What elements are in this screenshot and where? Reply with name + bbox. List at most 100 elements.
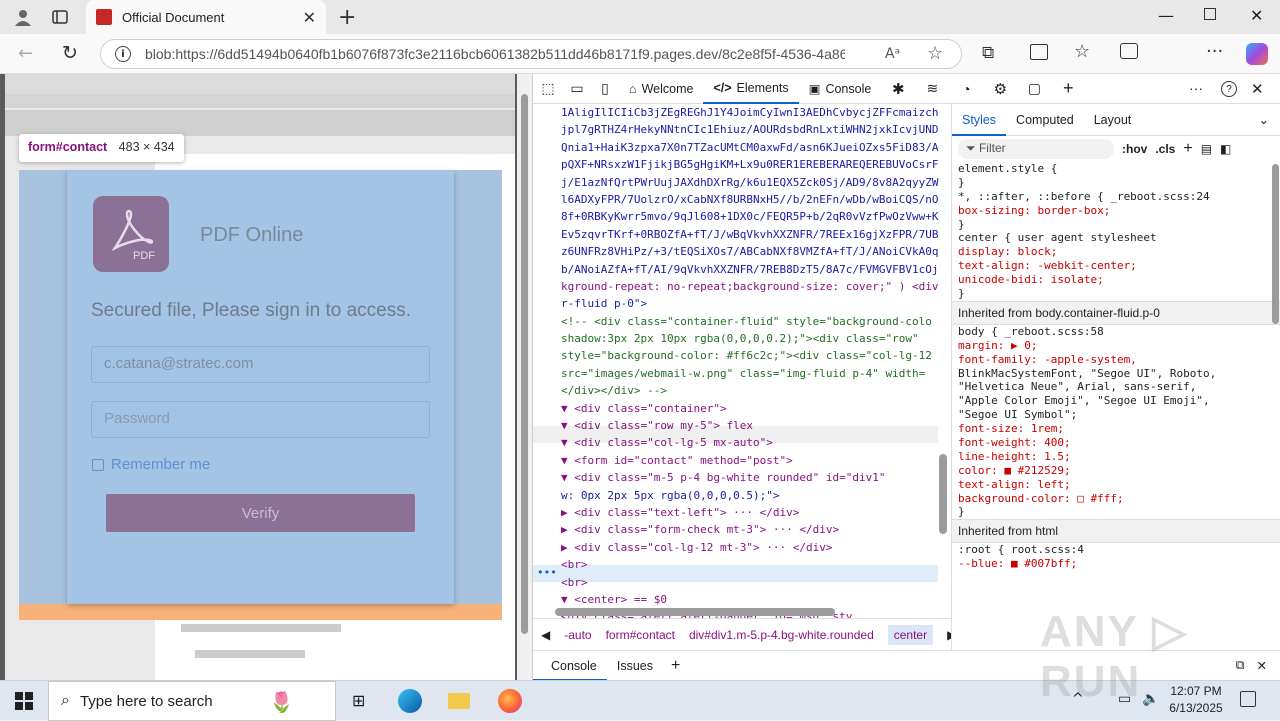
- hov-button[interactable]: :hov: [1122, 142, 1147, 156]
- favorites-icon[interactable]: ☆: [1074, 41, 1090, 62]
- application-icon[interactable]: ▢: [1017, 80, 1051, 97]
- filter-input[interactable]: ⏷ Filter: [958, 139, 1114, 159]
- copilot-icon[interactable]: [1246, 43, 1268, 65]
- minimize-icon[interactable]: —: [1158, 6, 1174, 25]
- dom-tree-line[interactable]: ▶ <div class="col-lg-12 mt-3"> ··· </div…: [561, 539, 951, 556]
- styles-scrollbar[interactable]: [1272, 164, 1279, 324]
- style-rule-line[interactable]: }: [952, 218, 1280, 232]
- close-window-icon[interactable]: ✕: [1250, 6, 1263, 25]
- elements-tree[interactable]: 1AligIlICIiCb3jZEgREGhJ1Y4JoimCyIwnI3AED…: [533, 104, 951, 618]
- chevron-down-icon[interactable]: ⌄: [1259, 112, 1269, 127]
- tab-elements[interactable]: </> Elements: [703, 73, 799, 104]
- body-rule-line[interactable]: body { _reboot.scss:58: [952, 325, 1280, 339]
- breadcrumb-item-center[interactable]: center: [887, 624, 934, 645]
- body-rule-line[interactable]: "Helvetica Neue", Arial, sans-serif,: [952, 380, 1280, 394]
- root-rule-line[interactable]: :root { root.scss:4: [952, 543, 1280, 557]
- performance-icon[interactable]: ◔: [949, 81, 983, 97]
- dom-tree-line[interactable]: Ev5zqvrTKrf+0RBOZfA+fT/J/wBqVkvhXXZNFR/7…: [561, 226, 951, 243]
- dom-tree-line[interactable]: ▼ <div class="m-5 p-4 bg-white rounded" …: [561, 469, 951, 486]
- drawer-tab-issues[interactable]: Issues: [607, 659, 663, 673]
- tab-actions-icon[interactable]: [50, 8, 70, 26]
- more-menu-icon[interactable]: ···: [1206, 41, 1223, 62]
- restore-icon[interactable]: [1204, 8, 1216, 20]
- dom-tree-line[interactable]: jpl7gRTHZ4rHekyNNtnCIc1Ehiuz/AOURdsbdRnL…: [561, 121, 951, 138]
- dom-tree-line[interactable]: src="images/webmail-w.png" class="img-fl…: [561, 365, 951, 382]
- body-rule-line[interactable]: BlinkMacSystemFont, "Segoe UI", Roboto,: [952, 367, 1280, 381]
- dom-tree-line[interactable]: j/E1azNfQrtPWrUujJAXdhDXrRg/k6u1EQX5Zck0…: [561, 174, 951, 191]
- style-rule-line[interactable]: display: block;: [952, 245, 1280, 259]
- style-rule-line[interactable]: unicode-bidi: isolate;: [952, 273, 1280, 287]
- drawer-tab-console[interactable]: Console: [533, 651, 607, 681]
- tab-layout[interactable]: Layout: [1084, 104, 1142, 136]
- breadcrumb-item-auto[interactable]: -auto: [564, 628, 591, 642]
- dom-tree-line[interactable]: pQXF+NRsxzW1FjikjBG5gHgiKM+Lx9u0RER1EREB…: [561, 156, 951, 173]
- dom-tree-line[interactable]: </div></div> -->: [561, 382, 951, 399]
- dom-tree-line[interactable]: r-fluid p-0">: [561, 295, 951, 312]
- paint-icon[interactable]: ▤: [1201, 142, 1212, 156]
- back-icon[interactable]: ←: [18, 43, 33, 64]
- new-tab-icon[interactable]: +: [338, 5, 356, 30]
- settings-gear-icon[interactable]: ⚙: [983, 80, 1017, 98]
- url-field[interactable]: i blob:https://6dd51494b0640fb1b6076f873…: [100, 39, 962, 69]
- file-explorer-icon[interactable]: [448, 693, 470, 709]
- ellipsis-icon[interactable]: •••: [537, 566, 557, 579]
- body-rule-line[interactable]: "Apple Color Emoji", "Segoe UI Emoji",: [952, 394, 1280, 408]
- dom-tree-line[interactable]: ▼ <div class="container">: [561, 400, 951, 417]
- body-rule-line[interactable]: font-family: -apple-system,: [952, 353, 1280, 367]
- extensions-icon[interactable]: ⧉: [982, 43, 994, 63]
- dom-tree-line[interactable]: w: 0px 2px 5px rgba(0,0,0,0.5);">: [561, 487, 951, 504]
- favorite-star-icon[interactable]: ☆: [927, 43, 943, 64]
- style-rule-line[interactable]: *, ::after, ::before { _reboot.scss:24: [952, 190, 1280, 204]
- sidebar-toggle-icon[interactable]: ◧: [1220, 142, 1231, 156]
- tab-welcome[interactable]: ⌂ Welcome: [619, 74, 703, 104]
- style-rule-line[interactable]: element.style {: [952, 162, 1280, 176]
- url-text[interactable]: blob:https://6dd51494b0640fb1b6076f873fc…: [145, 46, 845, 62]
- body-rule-line[interactable]: }: [952, 505, 1280, 519]
- close-devtools-icon[interactable]: ✕: [1251, 80, 1264, 98]
- tab-styles[interactable]: Styles: [952, 104, 1007, 136]
- style-rule-line[interactable]: }: [952, 176, 1280, 190]
- profile-icon[interactable]: [12, 7, 34, 27]
- elements-vscrollbar[interactable]: [939, 454, 947, 534]
- breadcrumb-item-form[interactable]: form#contact: [606, 628, 675, 642]
- body-rule-line[interactable]: line-height: 1.5;: [952, 450, 1280, 464]
- edge-taskbar-icon[interactable]: [398, 689, 422, 713]
- new-rule-icon[interactable]: +: [1183, 140, 1192, 158]
- dock-icon[interactable]: ▯: [591, 74, 619, 104]
- network-icon[interactable]: ≋: [915, 80, 949, 97]
- task-view-icon[interactable]: ⊞: [352, 691, 365, 710]
- windows-start-icon[interactable]: [14, 691, 34, 711]
- verify-button[interactable]: Verify: [106, 494, 415, 532]
- refresh-icon[interactable]: ↻: [62, 42, 78, 64]
- devtools-more-icon[interactable]: ···: [1189, 80, 1203, 96]
- help-icon[interactable]: ?: [1221, 81, 1237, 97]
- dom-tree-line[interactable]: shadow:3px 2px 10px rgba(0,0,0,0.2);"><d…: [561, 330, 951, 347]
- read-aloud-icon[interactable]: Aᵃ: [885, 46, 900, 62]
- dom-tree-line[interactable]: 1AligIlICIiCb3jZEgREGhJ1Y4JoimCyIwnI3AED…: [561, 104, 951, 121]
- style-rule-line[interactable]: }: [952, 287, 1280, 301]
- dom-tree-line[interactable]: l6ADXyFPR/7UolzrO/xCabNXf8URBNxH5//b/2nE…: [561, 191, 951, 208]
- body-rule-line[interactable]: text-align: left;: [952, 478, 1280, 492]
- body-rules[interactable]: body { _reboot.scss:58 margin: ▶ 0; font…: [952, 325, 1280, 519]
- page-scrollbar[interactable]: [517, 74, 532, 680]
- bug-icon[interactable]: ✱: [881, 80, 915, 98]
- dom-tree-line[interactable]: Qnia1+HaiK3zpxa7X0n7TZacUMtCM0axwFd/asn6…: [561, 139, 951, 156]
- taskbar-search[interactable]: ⌕ Type here to search 🌷: [48, 681, 336, 721]
- style-rule-line[interactable]: center { user agent stylesheet: [952, 231, 1280, 245]
- add-panel-icon[interactable]: +: [1051, 78, 1085, 99]
- tab-console[interactable]: ▣ Console: [799, 74, 882, 104]
- firefox-taskbar-icon[interactable]: [498, 689, 522, 713]
- style-rules[interactable]: element.style {} *, ::after, ::before { _…: [952, 162, 1280, 301]
- dom-tree-line[interactable]: <!-- <div class="container-fluid" style=…: [561, 313, 951, 330]
- root-rule-line[interactable]: --blue: ■ #007bff;: [952, 557, 1280, 571]
- body-rule-line[interactable]: font-size: 1rem;: [952, 422, 1280, 436]
- body-rule-line[interactable]: color: ■ #212529;: [952, 464, 1280, 478]
- style-rule-line[interactable]: box-sizing: border-box;: [952, 204, 1280, 218]
- remember-checkbox[interactable]: [92, 459, 104, 471]
- dom-tree-line[interactable]: ▼ <form id="contact" method="post">: [561, 452, 951, 469]
- body-rule-line[interactable]: margin: ▶ 0;: [952, 339, 1280, 353]
- dom-tree-line[interactable]: ▶ <div class="text-left"> ··· </div>: [561, 504, 951, 521]
- info-icon[interactable]: i: [115, 46, 131, 62]
- collections-icon[interactable]: [1120, 43, 1138, 59]
- body-rule-line[interactable]: background-color: □ #fff;: [952, 492, 1280, 506]
